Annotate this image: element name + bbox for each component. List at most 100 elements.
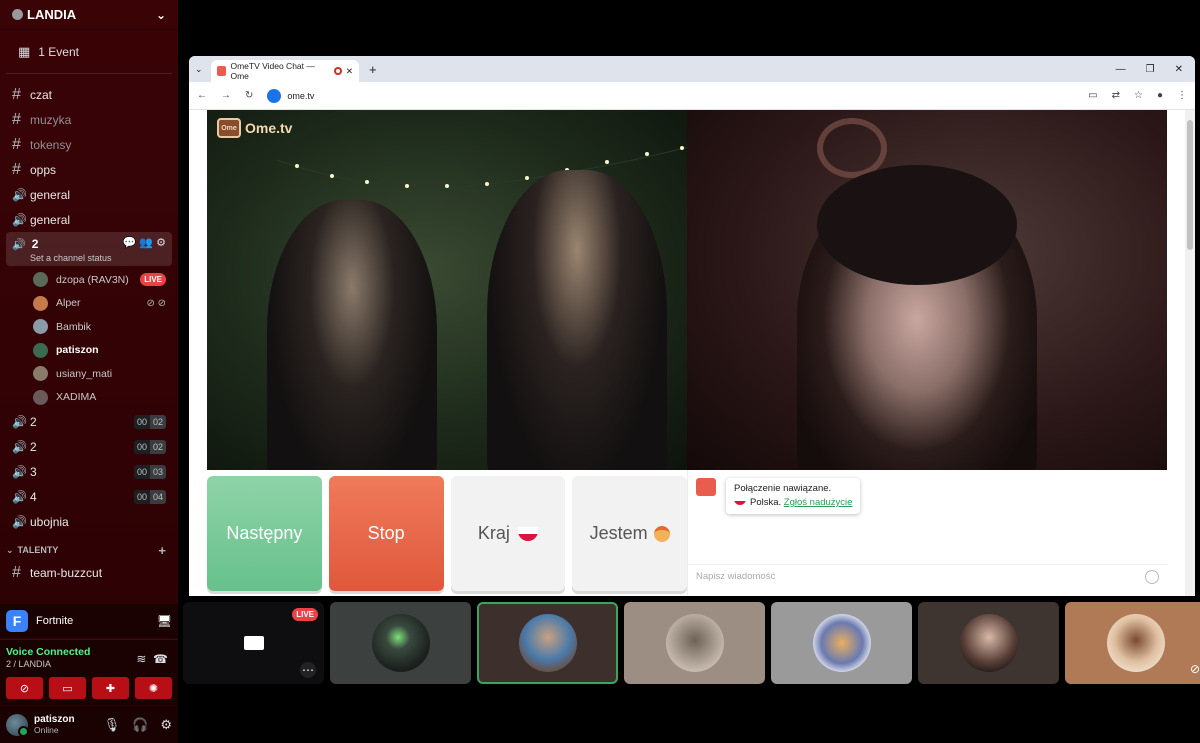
headphones-icon[interactable]: 🎧 (132, 717, 148, 733)
activity-name: Fortnite (36, 615, 74, 627)
channel-opps[interactable]: # opps (0, 157, 178, 182)
report-link[interactable]: Zgłoś nadużycie (784, 497, 853, 508)
soundboard-button[interactable]: ✺ (135, 677, 172, 699)
gear-icon[interactable]: ⚙ (160, 717, 172, 733)
profile-icon[interactable]: ● (1157, 90, 1163, 101)
browser-tab[interactable]: OmeTV Video Chat — Ome ✕ (211, 60, 359, 82)
back-icon[interactable]: ← (197, 90, 207, 101)
voice-user[interactable]: Alper ⊘ ⊘ (0, 292, 178, 316)
emoji-icon[interactable] (1145, 570, 1159, 584)
avatar[interactable] (6, 713, 29, 737)
voice-user-name: patiszon (56, 344, 99, 357)
voice-channel[interactable]: 🔊 4 00 04 (0, 484, 178, 509)
channel-general[interactable]: 🔊 general (0, 182, 178, 207)
stream-tile[interactable]: LIVE ⋯ (183, 602, 324, 684)
new-tab-button[interactable]: + (369, 62, 377, 77)
soundboard-icon[interactable]: ≋ (136, 652, 146, 666)
ometv-favicon-icon (217, 66, 227, 76)
avatar (371, 614, 430, 672)
add-channel-icon[interactable]: + (158, 543, 166, 558)
user-status: Online (34, 725, 59, 735)
voice-channel[interactable]: 🔊 3 00 03 (0, 459, 178, 484)
voice-user[interactable]: Bambik (0, 315, 178, 339)
avatar (33, 319, 48, 335)
calendar-icon: ▦ (18, 43, 31, 59)
restore-icon[interactable]: ❐ (1146, 64, 1155, 75)
avatar (33, 342, 48, 358)
participant-tile[interactable] (918, 602, 1059, 684)
activities-button[interactable]: ✚ (92, 677, 129, 699)
chat-input[interactable]: Napisz wiadomość (688, 564, 1168, 588)
star-icon[interactable]: ☆ (1134, 90, 1143, 101)
stream-icon[interactable]: 🖥 (157, 614, 172, 628)
recording-icon (334, 67, 342, 75)
channel-tokensy[interactable]: # tokensy (0, 132, 178, 157)
user-name[interactable]: patiszon (34, 714, 75, 725)
avatar (812, 614, 871, 672)
speaker-icon: 🔊 (12, 464, 27, 479)
participant-tile[interactable] (330, 602, 471, 684)
avatar (665, 614, 724, 672)
stop-button[interactable]: Stop (328, 476, 444, 591)
poland-flag-icon (734, 497, 746, 505)
disconnect-icon[interactable]: ☎ (153, 652, 168, 666)
category-talenty[interactable]: ⌄ TALENTY + (0, 540, 178, 560)
microphone-icon[interactable]: 🎙 (104, 717, 121, 733)
tab-search-icon[interactable]: ⌄ (195, 64, 211, 75)
gear-icon[interactable]: ⚙ (156, 237, 166, 249)
avatar (518, 614, 577, 672)
speaker-icon: 🔊 (12, 212, 27, 227)
translate-icon[interactable]: ⇄ (1112, 90, 1120, 101)
chat-icon[interactable]: 💬 (123, 237, 137, 249)
camera-off-button[interactable]: ⊘ (6, 677, 43, 699)
channel-team-buzzcut[interactable]: # team-buzzcut (0, 560, 178, 585)
site-info-icon[interactable] (267, 88, 282, 103)
tab-title: OmeTV Video Chat — Ome (230, 61, 315, 81)
active-voice-channel[interactable]: 🔊 2 Set a channel status 💬 👥 ⚙ (6, 232, 172, 266)
speaker-icon: 🔊 (12, 187, 27, 202)
avatar (33, 272, 48, 288)
cast-icon[interactable]: ▭ (1088, 90, 1097, 101)
voice-channel[interactable]: 🔊 2 00 02 (0, 434, 178, 459)
channel-ubojnia[interactable]: 🔊 ubojnia (0, 509, 178, 534)
channel-actions[interactable]: 💬 👥 ⚙ (123, 236, 166, 249)
channel-czat[interactable]: # czat (0, 82, 178, 107)
reload-icon[interactable]: ↻ (245, 90, 253, 101)
speaker-icon: 🔊 (12, 439, 27, 454)
events-row[interactable]: ▦ 1 Event (6, 30, 172, 74)
voice-user[interactable]: patiszon (0, 339, 178, 363)
menu-icon[interactable]: ⋮ (1177, 90, 1187, 101)
activity-bar[interactable]: F Fortnite 🖥 (0, 604, 178, 638)
participant-tile[interactable] (624, 602, 765, 684)
message-country: Polska. (750, 497, 782, 508)
voice-user[interactable]: XADIMA (0, 386, 178, 410)
voice-user[interactable]: dzopa (RAV3N) LIVE (0, 268, 178, 292)
channel-sidebar: LANDIA ⌄ ▦ 1 Event # czat # muzyka # tokensy #… (0, 0, 178, 743)
country-button[interactable]: Kraj (450, 476, 566, 591)
close-icon[interactable]: ✕ (346, 66, 353, 77)
participant-tile[interactable] (771, 602, 912, 684)
gender-button[interactable]: Jestem (572, 476, 687, 591)
voice-user[interactable]: usiany_mati (0, 362, 178, 386)
channel-muzyka[interactable]: # muzyka (0, 107, 178, 132)
voice-channel[interactable]: 🔊 2 00 02 (0, 409, 178, 434)
url-field[interactable]: ome.tv (267, 88, 315, 103)
forward-icon[interactable]: → (221, 90, 231, 101)
voice-user-name: XADIMA (56, 391, 97, 404)
server-header[interactable]: LANDIA ⌄ (0, 0, 178, 30)
channel-status[interactable]: Set a channel status (30, 253, 166, 263)
screen-share-button[interactable]: ▭ (49, 677, 86, 699)
invite-icon[interactable]: 👥 (139, 237, 153, 249)
url-text: ome.tv (287, 90, 315, 101)
participant-tile[interactable] (477, 602, 618, 684)
page-scrollbar[interactable] (1185, 110, 1195, 596)
minimize-icon[interactable]: — (1116, 64, 1126, 75)
active-channel-name: 2 (31, 237, 39, 251)
remote-video (687, 110, 1167, 470)
close-window-icon[interactable]: ✕ (1175, 64, 1183, 75)
next-button[interactable]: Następny (207, 476, 322, 591)
chevron-down-icon[interactable]: ⌄ (156, 8, 166, 22)
channel-general[interactable]: 🔊 general (0, 207, 178, 232)
participant-tile[interactable]: ⊘ (1065, 602, 1200, 684)
more-icon[interactable]: ⋯ (300, 662, 316, 678)
